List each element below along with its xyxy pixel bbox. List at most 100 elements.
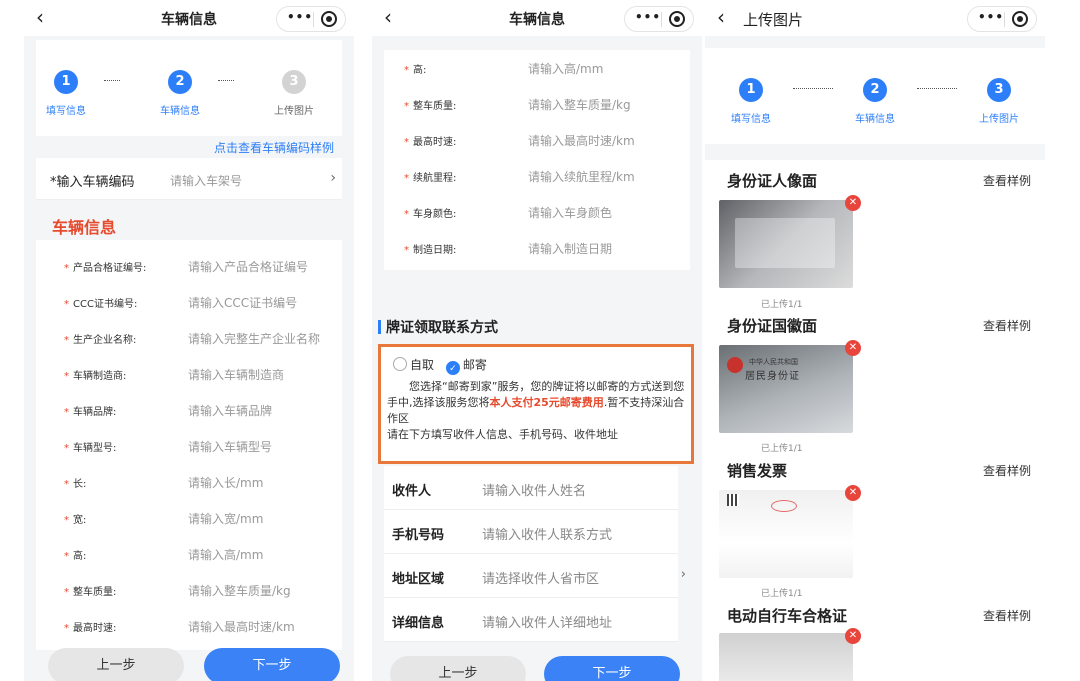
form-row[interactable]: * 制造日期: 请输入制造日期 (384, 230, 690, 266)
pickup-title-text: 牌证领取联系方式 (386, 320, 498, 336)
field-label: * 最高时速: (404, 133, 456, 148)
field-input[interactable]: 请输入最高时速/km (188, 618, 295, 635)
delivery-options: 自取 ✓ 邮寄 (387, 357, 685, 375)
certificate-thumbnail[interactable] (719, 633, 853, 681)
field-label-text: 续航里程: (413, 173, 457, 184)
delete-icon[interactable]: ✕ (845, 340, 861, 356)
field-input[interactable]: 请输入产品合格证编号 (188, 258, 308, 275)
field-label-text: 整车质量: (73, 587, 117, 598)
form-row[interactable]: * 高: 请输入高/mm (384, 50, 690, 86)
prev-step-button[interactable]: 上一步 (390, 656, 526, 681)
view-sample-link[interactable]: 查看样例 (983, 462, 1031, 479)
chevron-right-icon: › (330, 170, 336, 186)
form-row[interactable]: * 长: 请输入长/mm (36, 464, 342, 500)
delete-icon[interactable]: ✕ (845, 628, 861, 644)
form-row[interactable]: * 车辆品牌: 请输入车辆品牌 (36, 392, 342, 428)
recipient-input[interactable]: 请输入收件人联系方式 (482, 524, 612, 543)
field-input[interactable]: 请输入车辆型号 (188, 438, 272, 455)
back-icon[interactable]: ‹ (717, 5, 725, 29)
field-input[interactable]: 请输入宽/mm (188, 510, 263, 527)
field-input[interactable]: 请输入续航里程/km (528, 168, 635, 185)
field-input[interactable]: 请输入CCC证书编号 (188, 294, 297, 311)
step-number: 1 (739, 78, 763, 102)
view-sample-link[interactable]: 查看样例 (983, 172, 1031, 189)
field-input[interactable]: 请输入整车质量/kg (528, 96, 631, 113)
target-circle-icon[interactable] (669, 11, 685, 27)
field-input[interactable]: 请输入长/mm (188, 474, 263, 491)
id-emblem-thumbnail[interactable]: 中华人民共和国 居民身份证 (719, 345, 853, 433)
required-star: * (404, 173, 409, 184)
target-circle-icon[interactable] (321, 11, 337, 27)
view-sample-link[interactable]: 查看样例 (983, 317, 1031, 334)
vehicle-fields-card: * 产品合格证编号: 请输入产品合格证编号 * CCC证书编号: 请输入CCC证书编号 * 生… (36, 240, 342, 650)
invoice-thumbnail[interactable] (719, 490, 853, 578)
next-step-button[interactable]: 下一步 (544, 656, 680, 681)
mini-program-capsule: ••• (276, 6, 346, 32)
upload-list: 身份证人像面 查看样例 ✕ 已上传1/1 身份证国徽面 查看样例 中华人民共和国… (705, 160, 1045, 681)
field-label: * 整车质量: (64, 583, 116, 598)
field-label: * 高: (64, 547, 86, 562)
recipient-input[interactable]: 请输入收件人姓名 (482, 480, 586, 499)
form-row[interactable]: * CCC证书编号: 请输入CCC证书编号 (36, 284, 342, 320)
recipient-row[interactable]: 地址区域 请选择收件人省市区 › (384, 554, 686, 598)
prev-step-button[interactable]: 上一步 (48, 648, 184, 681)
form-row[interactable]: * 整车质量: 请输入整车质量/kg (36, 572, 342, 608)
field-input[interactable]: 请输入车辆品牌 (188, 402, 272, 419)
field-input[interactable]: 请输入整车质量/kg (188, 582, 291, 599)
field-input[interactable]: 请输入完整生产企业名称 (188, 330, 320, 347)
form-row[interactable]: * 最高时速: 请输入最高时速/km (384, 122, 690, 158)
recipient-row[interactable]: 手机号码 请输入收件人联系方式 (384, 510, 678, 554)
delete-icon[interactable]: ✕ (845, 485, 861, 501)
more-dots-icon[interactable]: ••• (978, 10, 1004, 24)
field-label-text: 车辆品牌: (73, 407, 117, 418)
nav-bar: ‹ 上传图片 ••• (705, 0, 1045, 36)
form-row[interactable]: * 整车质量: 请输入整车质量/kg (384, 86, 690, 122)
form-row[interactable]: * 宽: 请输入宽/mm (36, 500, 342, 536)
required-star: * (64, 299, 69, 310)
recipient-row[interactable]: 详细信息 请输入收件人详细地址 (384, 598, 678, 642)
field-label-text: 产品合格证编号: (73, 263, 147, 274)
recipient-row[interactable]: 收件人 请输入收件人姓名 (384, 466, 678, 510)
field-label: * 车辆型号: (64, 439, 116, 454)
view-sample-link[interactable]: 查看样例 (983, 607, 1031, 624)
doc-title: 身份证人像面 (727, 172, 818, 190)
form-row[interactable]: * 车辆制造商: 请输入车辆制造商 (36, 356, 342, 392)
national-emblem-icon (727, 357, 743, 373)
view-code-sample-link[interactable]: 点击查看车辆编码样例 (214, 139, 334, 156)
field-label-text: 整车质量: (413, 101, 457, 112)
vehicle-code-row[interactable]: *输入车辆编码 请输入车架号 › (36, 158, 342, 200)
more-dots-icon[interactable]: ••• (635, 10, 661, 24)
field-label: * 生产企业名称: (64, 331, 136, 346)
field-input[interactable]: 请输入制造日期 (528, 240, 612, 257)
form-row[interactable]: * 车辆型号: 请输入车辆型号 (36, 428, 342, 464)
capsule-divider (1004, 12, 1005, 27)
field-label-text: 长: (73, 479, 87, 490)
recipient-input[interactable]: 请输入收件人详细地址 (482, 612, 612, 631)
form-row[interactable]: * 高: 请输入高/mm (36, 536, 342, 572)
recipient-input[interactable]: 请选择收件人省市区 (482, 568, 599, 587)
step-number: 1 (54, 70, 78, 94)
required-star: * (404, 137, 409, 148)
form-row[interactable]: * 车身颜色: 请输入车身颜色 (384, 194, 690, 230)
next-step-button[interactable]: 下一步 (204, 648, 340, 681)
doc-title: 身份证国徽面 (727, 317, 818, 335)
id-portrait-thumbnail[interactable] (719, 200, 853, 288)
field-label-text: 最高时速: (73, 623, 117, 634)
more-dots-icon[interactable]: ••• (287, 10, 313, 24)
form-row[interactable]: * 产品合格证编号: 请输入产品合格证编号 (36, 248, 342, 284)
form-row[interactable]: * 生产企业名称: 请输入完整生产企业名称 (36, 320, 342, 356)
field-input[interactable]: 请输入高/mm (528, 60, 603, 77)
field-input[interactable]: 请输入车身颜色 (528, 204, 612, 221)
radio-self-pickup[interactable] (393, 357, 407, 371)
step-1: 1 填写信息 (26, 70, 106, 117)
radio-mail[interactable]: ✓ (445, 361, 460, 375)
field-input[interactable]: 请输入高/mm (188, 546, 263, 563)
form-row[interactable]: * 续航里程: 请输入续航里程/km (384, 158, 690, 194)
field-input[interactable]: 请输入车辆制造商 (188, 366, 284, 383)
delete-icon[interactable]: ✕ (845, 195, 861, 211)
vehicle-code-input[interactable]: 请输入车架号 (170, 172, 242, 189)
target-circle-icon[interactable] (1012, 11, 1028, 27)
field-label-text: 宽: (73, 515, 87, 526)
form-row[interactable]: * 最高时速: 请输入最高时速/km (36, 608, 342, 644)
field-input[interactable]: 请输入最高时速/km (528, 132, 635, 149)
